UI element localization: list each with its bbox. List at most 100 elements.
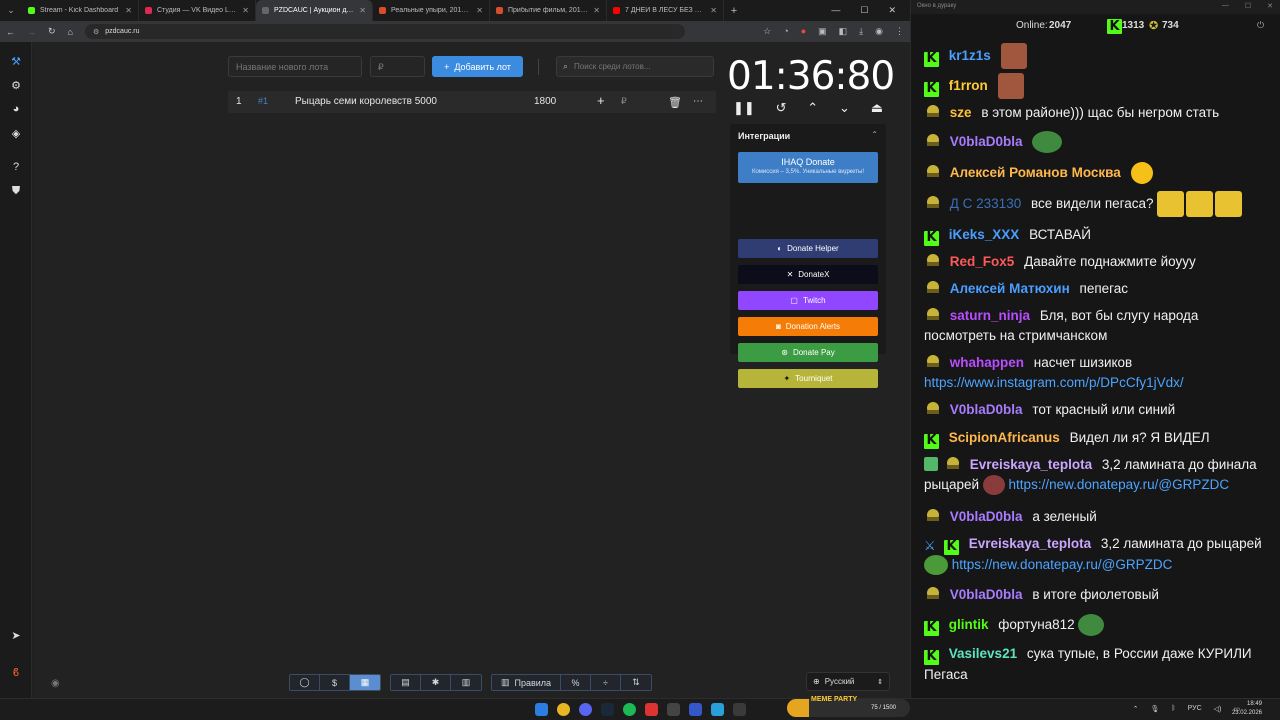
ihaq-donate-button[interactable]: IHAQ Donate Комиссия – 3,5%. Уникальные … — [738, 152, 878, 183]
chat-nick[interactable]: whahappen — [950, 355, 1024, 370]
github-icon[interactable]: ◯ — [290, 675, 320, 690]
settings-icon[interactable]: ⚙ — [9, 78, 23, 92]
chevron-up-icon[interactable]: ⌃ — [1133, 705, 1139, 713]
auction-icon[interactable]: ⚒ — [9, 54, 23, 68]
reset-icon[interactable]: ↺ — [776, 100, 787, 116]
tab-pzdcauc[interactable]: PZDCAUC | Аукцион для стри... ✕ — [256, 0, 373, 21]
chrome-icon[interactable] — [557, 703, 570, 716]
add-amount-icon[interactable]: + — [597, 93, 605, 108]
chat-nick[interactable]: V0blaD0bla — [950, 509, 1023, 524]
minimize-icon[interactable]: — — [1222, 2, 1229, 10]
language-select[interactable]: ⊕ Русский ⇕ — [806, 672, 890, 691]
home-icon[interactable]: ⌂ — [68, 27, 73, 37]
lot-name-input[interactable] — [228, 56, 362, 77]
chat-nick[interactable]: Red_Fox5 — [950, 254, 1015, 269]
close-tab-icon[interactable]: ✕ — [476, 6, 483, 15]
chat-nick[interactable]: Evreiskaya_teplota — [970, 457, 1092, 472]
pause-icon[interactable]: ❚❚ — [733, 100, 755, 116]
boosty-icon[interactable]: ϐ — [9, 666, 23, 680]
extension-icon[interactable]: ◔ — [783, 26, 788, 37]
media-widget[interactable]: MEME PARTY 75 / 1500 — [787, 696, 910, 717]
extension-icon[interactable]: ● — [801, 26, 806, 37]
bug-icon[interactable]: ✱ — [421, 675, 451, 690]
chat-nick[interactable]: sze — [950, 105, 972, 120]
donatex-button[interactable]: ✕ DonateX — [738, 265, 878, 284]
app-icon[interactable] — [645, 703, 658, 716]
lot-currency[interactable]: ₽ — [621, 96, 627, 107]
percent-icon[interactable]: % — [561, 675, 591, 690]
chat-nick[interactable]: kr1z1s — [949, 48, 991, 63]
chat-nick[interactable]: Алексей Романов Москва — [950, 165, 1121, 180]
divide-icon[interactable]: ÷ — [591, 675, 621, 690]
input-language[interactable]: РУС — [1188, 705, 1202, 713]
maximize-icon[interactable]: ☐ — [860, 5, 868, 16]
eject-icon[interactable]: ⏏ — [871, 100, 883, 116]
app-icon[interactable] — [667, 703, 680, 716]
grid-icon[interactable]: ▦ — [350, 675, 380, 690]
archive-icon[interactable]: ▤ — [391, 675, 421, 690]
close-tab-icon[interactable]: ✕ — [125, 6, 132, 15]
close-tab-icon[interactable]: ✕ — [593, 6, 600, 15]
chat-nick[interactable]: Д С 233130 — [950, 196, 1021, 211]
spotify-icon[interactable] — [623, 703, 636, 716]
mic-icon[interactable]: 🎙 — [1151, 705, 1160, 713]
decrease-time-icon[interactable]: ⌄ — [839, 100, 850, 116]
help-icon[interactable]: ? — [9, 160, 23, 174]
close-window-icon[interactable]: ✕ — [888, 5, 896, 16]
shield-icon[interactable]: ⛊ — [9, 184, 23, 198]
menu-icon[interactable]: ⋮ — [895, 26, 904, 37]
tab-film-1[interactable]: Реальные упыри, 2014 — смо... ✕ — [373, 0, 490, 21]
tab-film-2[interactable]: Прибытие фильм, 2016, дата в... ✕ — [490, 0, 607, 21]
discord-icon[interactable] — [579, 703, 592, 716]
app-icon[interactable] — [733, 703, 746, 716]
donation-alerts-button[interactable]: ◙ Donation Alerts — [738, 317, 878, 336]
bookmark-star-icon[interactable]: ☆ — [763, 26, 771, 37]
chat-nick[interactable]: V0blaD0bla — [950, 402, 1023, 417]
tourniquet-button[interactable]: ✦ Tourniquet — [738, 369, 878, 388]
lot-search-input[interactable] — [574, 62, 705, 71]
tab-search-icon[interactable]: ⌄ — [0, 0, 22, 21]
trash-icon[interactable]: ▥ — [451, 675, 481, 690]
reload-icon[interactable]: ↻ — [48, 26, 56, 37]
maximize-icon[interactable]: ☐ — [1245, 2, 1251, 10]
clock[interactable]: 18:49 23.02.2026 — [1232, 700, 1262, 718]
tab-youtube[interactable]: 7 ДНЕЙ В ЛЕСУ БЕЗ НИЧЕГО ... ✕ — [607, 0, 724, 21]
collapse-icon[interactable]: ⌃ — [871, 130, 878, 139]
steam-icon[interactable] — [601, 703, 614, 716]
increase-time-icon[interactable]: ⌃ — [807, 100, 818, 116]
windows-start-icon[interactable] — [535, 703, 548, 716]
chat-nick[interactable]: Evreiskaya_teplota — [969, 536, 1091, 551]
profile-icon[interactable]: ◉ — [875, 26, 883, 37]
lot-row[interactable]: 1 #1 Рыцарь семи королевств 5000 1800 + … — [228, 91, 716, 113]
chat-nick[interactable]: saturn_ninja — [950, 308, 1030, 323]
donate-pay-button[interactable]: ⊛ Donate Pay — [738, 343, 878, 362]
delete-lot-icon[interactable]: 🗑 — [668, 96, 682, 109]
lot-search[interactable]: ⌕ — [556, 56, 714, 77]
chat-nick[interactable]: Vasilevs21 — [949, 646, 1017, 661]
chat-nick[interactable]: V0blaD0bla — [950, 587, 1023, 602]
new-tab-button[interactable]: + — [724, 5, 744, 17]
volume-icon[interactable]: ◁) — [1214, 705, 1222, 713]
chat-nick[interactable]: V0blaD0bla — [950, 134, 1023, 149]
close-window-icon[interactable]: ✕ — [1267, 2, 1273, 10]
telegram-icon[interactable] — [711, 703, 724, 716]
close-tab-icon[interactable]: ✕ — [242, 6, 249, 15]
forward-icon[interactable]: → — [27, 27, 36, 37]
chat-link[interactable]: https://new.donatepay.ru/@GRPZDC — [1009, 477, 1230, 492]
chat-link[interactable]: https://www.instagram.com/p/DPcCfy1jVdx/ — [924, 375, 1184, 390]
chat-nick[interactable]: glintik — [949, 617, 989, 632]
extension-icon[interactable]: ▣ — [818, 26, 827, 37]
download-icon[interactable]: ⤓ — [859, 26, 863, 37]
dollar-icon[interactable]: $ — [320, 675, 350, 690]
extension-icon[interactable]: ◧ — [839, 26, 848, 37]
more-options-icon[interactable]: ⋯ — [693, 96, 703, 107]
close-tab-icon[interactable]: ✕ — [359, 6, 366, 15]
minimize-icon[interactable]: — — [831, 5, 840, 16]
back-icon[interactable]: ← — [6, 27, 15, 37]
tab-vk-studio[interactable]: Студия — VK Видео Live ✕ — [139, 0, 256, 21]
visibility-icon[interactable]: ◉ — [51, 678, 60, 689]
chat-nick[interactable]: iKeks_XXX — [949, 227, 1020, 242]
close-tab-icon[interactable]: ✕ — [710, 6, 717, 15]
media-player-icon[interactable] — [689, 703, 702, 716]
chat-nick[interactable]: f1rron — [949, 78, 988, 93]
